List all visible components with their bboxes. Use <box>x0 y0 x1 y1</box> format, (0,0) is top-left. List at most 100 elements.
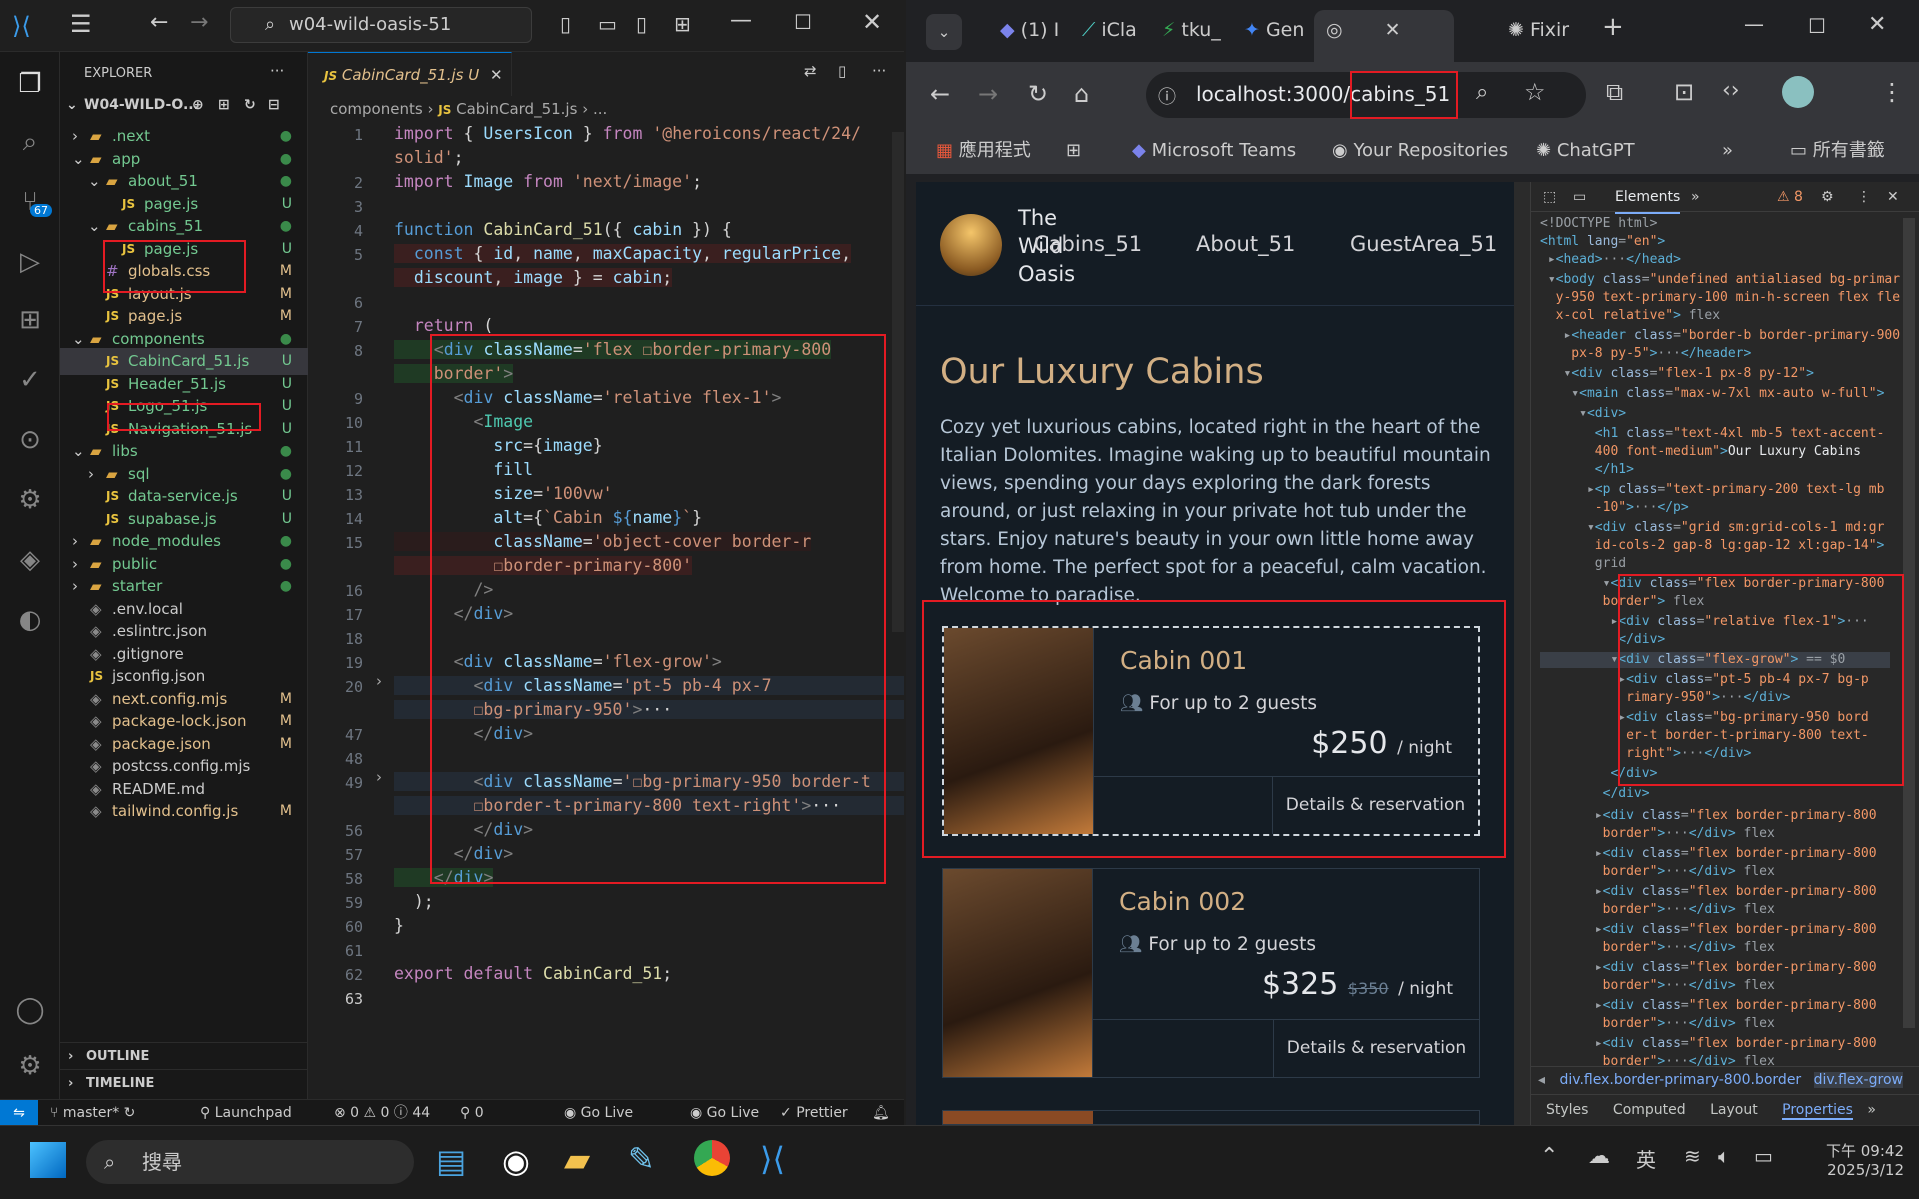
paint-icon[interactable]: ✎ <box>628 1140 655 1178</box>
device-toggle-icon[interactable]: ▭ <box>1573 182 1586 212</box>
dom-line[interactable]: ▸<p class="text-primary-200 text-lg mb <box>1540 482 1884 498</box>
extensions-icon[interactable]: ⊞ <box>12 302 48 338</box>
dom-line[interactable]: ▸<div class="flex border-primary-800 <box>1540 922 1877 938</box>
teams-tab[interactable]: ◆ (1) Ⅰ <box>988 10 1068 50</box>
dom-line[interactable]: <h1 class="text-4xl mb-5 text-accent- <box>1540 426 1885 442</box>
ime-indicator[interactable]: 英 <box>1636 1144 1656 1173</box>
explorer-icon[interactable]: ❐ <box>12 66 48 102</box>
dom-line[interactable]: ▸<div class="flex border-primary-800 <box>1540 846 1877 862</box>
fold-icon[interactable]: › <box>376 672 382 690</box>
breadcrumb-file[interactable]: CabinCard_51.js <box>456 100 577 118</box>
dom-line[interactable]: ▸<header class="border-b border-primary-… <box>1540 328 1900 344</box>
site-info-icon[interactable]: ⓘ <box>1158 83 1176 109</box>
layout-tab[interactable]: Layout <box>1710 1102 1758 1118</box>
dom-line[interactable]: ▸<div class="flex border-primary-800 <box>1540 960 1877 976</box>
search-icon[interactable]: ⌕ <box>12 124 48 160</box>
maximize-icon[interactable]: ☐ <box>794 10 812 34</box>
more-panes-icon[interactable]: » <box>1867 1102 1876 1118</box>
testing-icon[interactable]: ✓ <box>12 362 48 398</box>
live-share-icon[interactable]: ◐ <box>12 602 48 638</box>
menu-icon[interactable]: ☰ <box>70 10 92 38</box>
clock[interactable]: 下午 09:42 2025/3/12 <box>1804 1140 1904 1179</box>
golive-status[interactable]: ◉ Go Live <box>564 1100 633 1126</box>
notepad-icon[interactable]: ▤ <box>436 1142 466 1180</box>
browser-close-icon[interactable]: ✕ <box>1868 12 1886 37</box>
tree-item[interactable]: ◈ tailwind.config.js M <box>60 798 308 825</box>
file-explorer-icon[interactable]: ▰ <box>564 1140 590 1180</box>
minimize-icon[interactable]: — <box>730 8 752 33</box>
active-tab[interactable]: ◎ ✕ <box>1314 10 1454 62</box>
dom-line[interactable]: ▾<div class="grid sm:grid-cols-1 md:gr <box>1540 520 1884 536</box>
iclass-tab[interactable]: ⟋ iCla <box>1070 10 1150 50</box>
more-icon[interactable]: ··· <box>270 62 284 80</box>
more-tabs-icon[interactable]: » <box>1691 182 1700 212</box>
editor-more-icon[interactable]: ··· <box>872 62 886 80</box>
vscode-taskbar-icon[interactable]: ⟩⟨ <box>760 1140 785 1178</box>
devtools-menu-icon[interactable]: ⋮ <box>1857 182 1871 212</box>
fixit-tab[interactable]: ✺ Fixir <box>1496 10 1576 50</box>
branch-status[interactable]: ⑂ master* ↻ <box>50 1100 135 1126</box>
prettier-status[interactable]: ✓ Prettier <box>780 1100 848 1126</box>
back-icon[interactable]: ← <box>930 80 950 108</box>
outline-section[interactable]: › OUTLINE <box>60 1042 308 1069</box>
new-tab-icon[interactable]: + <box>1602 12 1624 42</box>
close-icon[interactable]: ✕ <box>862 8 882 36</box>
bookmarks-overflow-icon[interactable]: » <box>1722 128 1733 174</box>
command-center-search[interactable]: ⌕ w04-wild-oasis-51 <box>230 7 532 43</box>
all-bookmarks[interactable]: ▭ 所有書籤 <box>1790 128 1885 174</box>
dom-line[interactable]: ▾<body class="undefined antialiased bg-p… <box>1540 272 1900 288</box>
bookmark-star-icon[interactable]: ☆ <box>1524 78 1546 106</box>
volume-icon[interactable]: 🔈︎ <box>1718 1144 1730 1168</box>
bookmark-apps[interactable]: ▦ 應用程式 <box>936 128 1031 174</box>
dom-scrollbar[interactable] <box>1903 218 1915 1028</box>
breadcrumb-more[interactable]: ... <box>593 100 607 118</box>
gemini-tab[interactable]: ✦ Gen <box>1232 10 1312 50</box>
settings-gear-icon[interactable]: ⚙ <box>12 1048 48 1084</box>
refresh-icon[interactable]: ↻ <box>244 92 256 119</box>
back-icon[interactable]: ← <box>150 10 168 35</box>
editor-scrollbar[interactable] <box>892 132 904 632</box>
forward-icon[interactable]: → <box>190 10 208 35</box>
timeline-section[interactable]: › TIMELINE <box>60 1069 308 1096</box>
inspect-icon[interactable]: ⬚ <box>1543 182 1556 212</box>
dom-line[interactable]: ▸<div class="flex border-primary-800 <box>1540 808 1877 824</box>
extensions-icon[interactable]: ⧉ <box>1606 78 1623 106</box>
python-icon[interactable]: ◈ <box>12 542 48 578</box>
chevron-up-icon[interactable]: ⌃ <box>1540 1144 1558 1169</box>
problems-status[interactable]: ⊗ 0 ⚠ 0 ⓘ 44 <box>334 1100 430 1126</box>
toggle-sidebar-icon[interactable]: ▯ <box>560 12 571 36</box>
tku-tab[interactable]: ⚡ tku_ <box>1150 10 1230 50</box>
remote-indicator-icon[interactable]: ⇋ <box>0 1100 38 1125</box>
dom-line[interactable]: ▸<div class="flex border-primary-800 <box>1540 884 1877 900</box>
dom-line[interactable]: ▸<head>···</head> <box>1540 252 1681 268</box>
tab-close-icon[interactable]: ✕ <box>1385 19 1401 41</box>
git-graph-icon[interactable]: ⊙ <box>12 422 48 458</box>
browser-maximize-icon[interactable]: ☐ <box>1808 14 1826 38</box>
editor-tab[interactable]: JS CabinCard_51.js U ✕ <box>308 52 512 96</box>
profile-avatar[interactable] <box>1782 76 1814 108</box>
properties-tab[interactable]: Properties <box>1782 1102 1853 1120</box>
styles-tab[interactable]: Styles <box>1546 1102 1588 1118</box>
compare-icon[interactable]: ⇄ <box>804 62 817 80</box>
devtools-settings-icon[interactable]: ⚙ <box>1821 182 1834 212</box>
zoom-icon[interactable]: ⌕ <box>1476 80 1488 105</box>
battery-icon[interactable]: ▭ <box>1754 1144 1773 1168</box>
devtools-close-icon[interactable]: ✕ <box>1887 182 1899 212</box>
reload-icon[interactable]: ↻ <box>1028 80 1048 108</box>
dom-line[interactable]: ▸<div class="flex border-primary-800 <box>1540 1036 1877 1052</box>
screenshot-icon[interactable]: ⊡ <box>1674 78 1694 106</box>
run-debug-icon[interactable]: ▷ <box>12 244 48 280</box>
dom-line[interactable]: ▾<div class="flex-1 px-8 py-12"> <box>1540 366 1814 382</box>
toggle-panel-icon[interactable]: ▭ <box>598 12 617 36</box>
wifi-icon[interactable]: ≋ <box>1684 1144 1701 1168</box>
new-folder-icon[interactable]: ⊞ <box>218 92 230 119</box>
crumb-flexgrow[interactable]: div.flex-grow <box>1813 1072 1903 1088</box>
app-icon[interactable]: ◉ <box>502 1142 530 1180</box>
nav-cabins[interactable]: Cabins_51 <box>1034 232 1142 256</box>
tab-search-icon[interactable]: ⌄ <box>926 14 962 50</box>
devtools-code-icon[interactable]: ‹› <box>1722 78 1740 103</box>
new-file-icon[interactable]: ⊕ <box>192 92 204 119</box>
remote-icon[interactable]: ⚙ <box>12 482 48 518</box>
computed-tab[interactable]: Computed <box>1613 1102 1686 1118</box>
collapse-icon[interactable]: ⊟ <box>268 92 280 119</box>
